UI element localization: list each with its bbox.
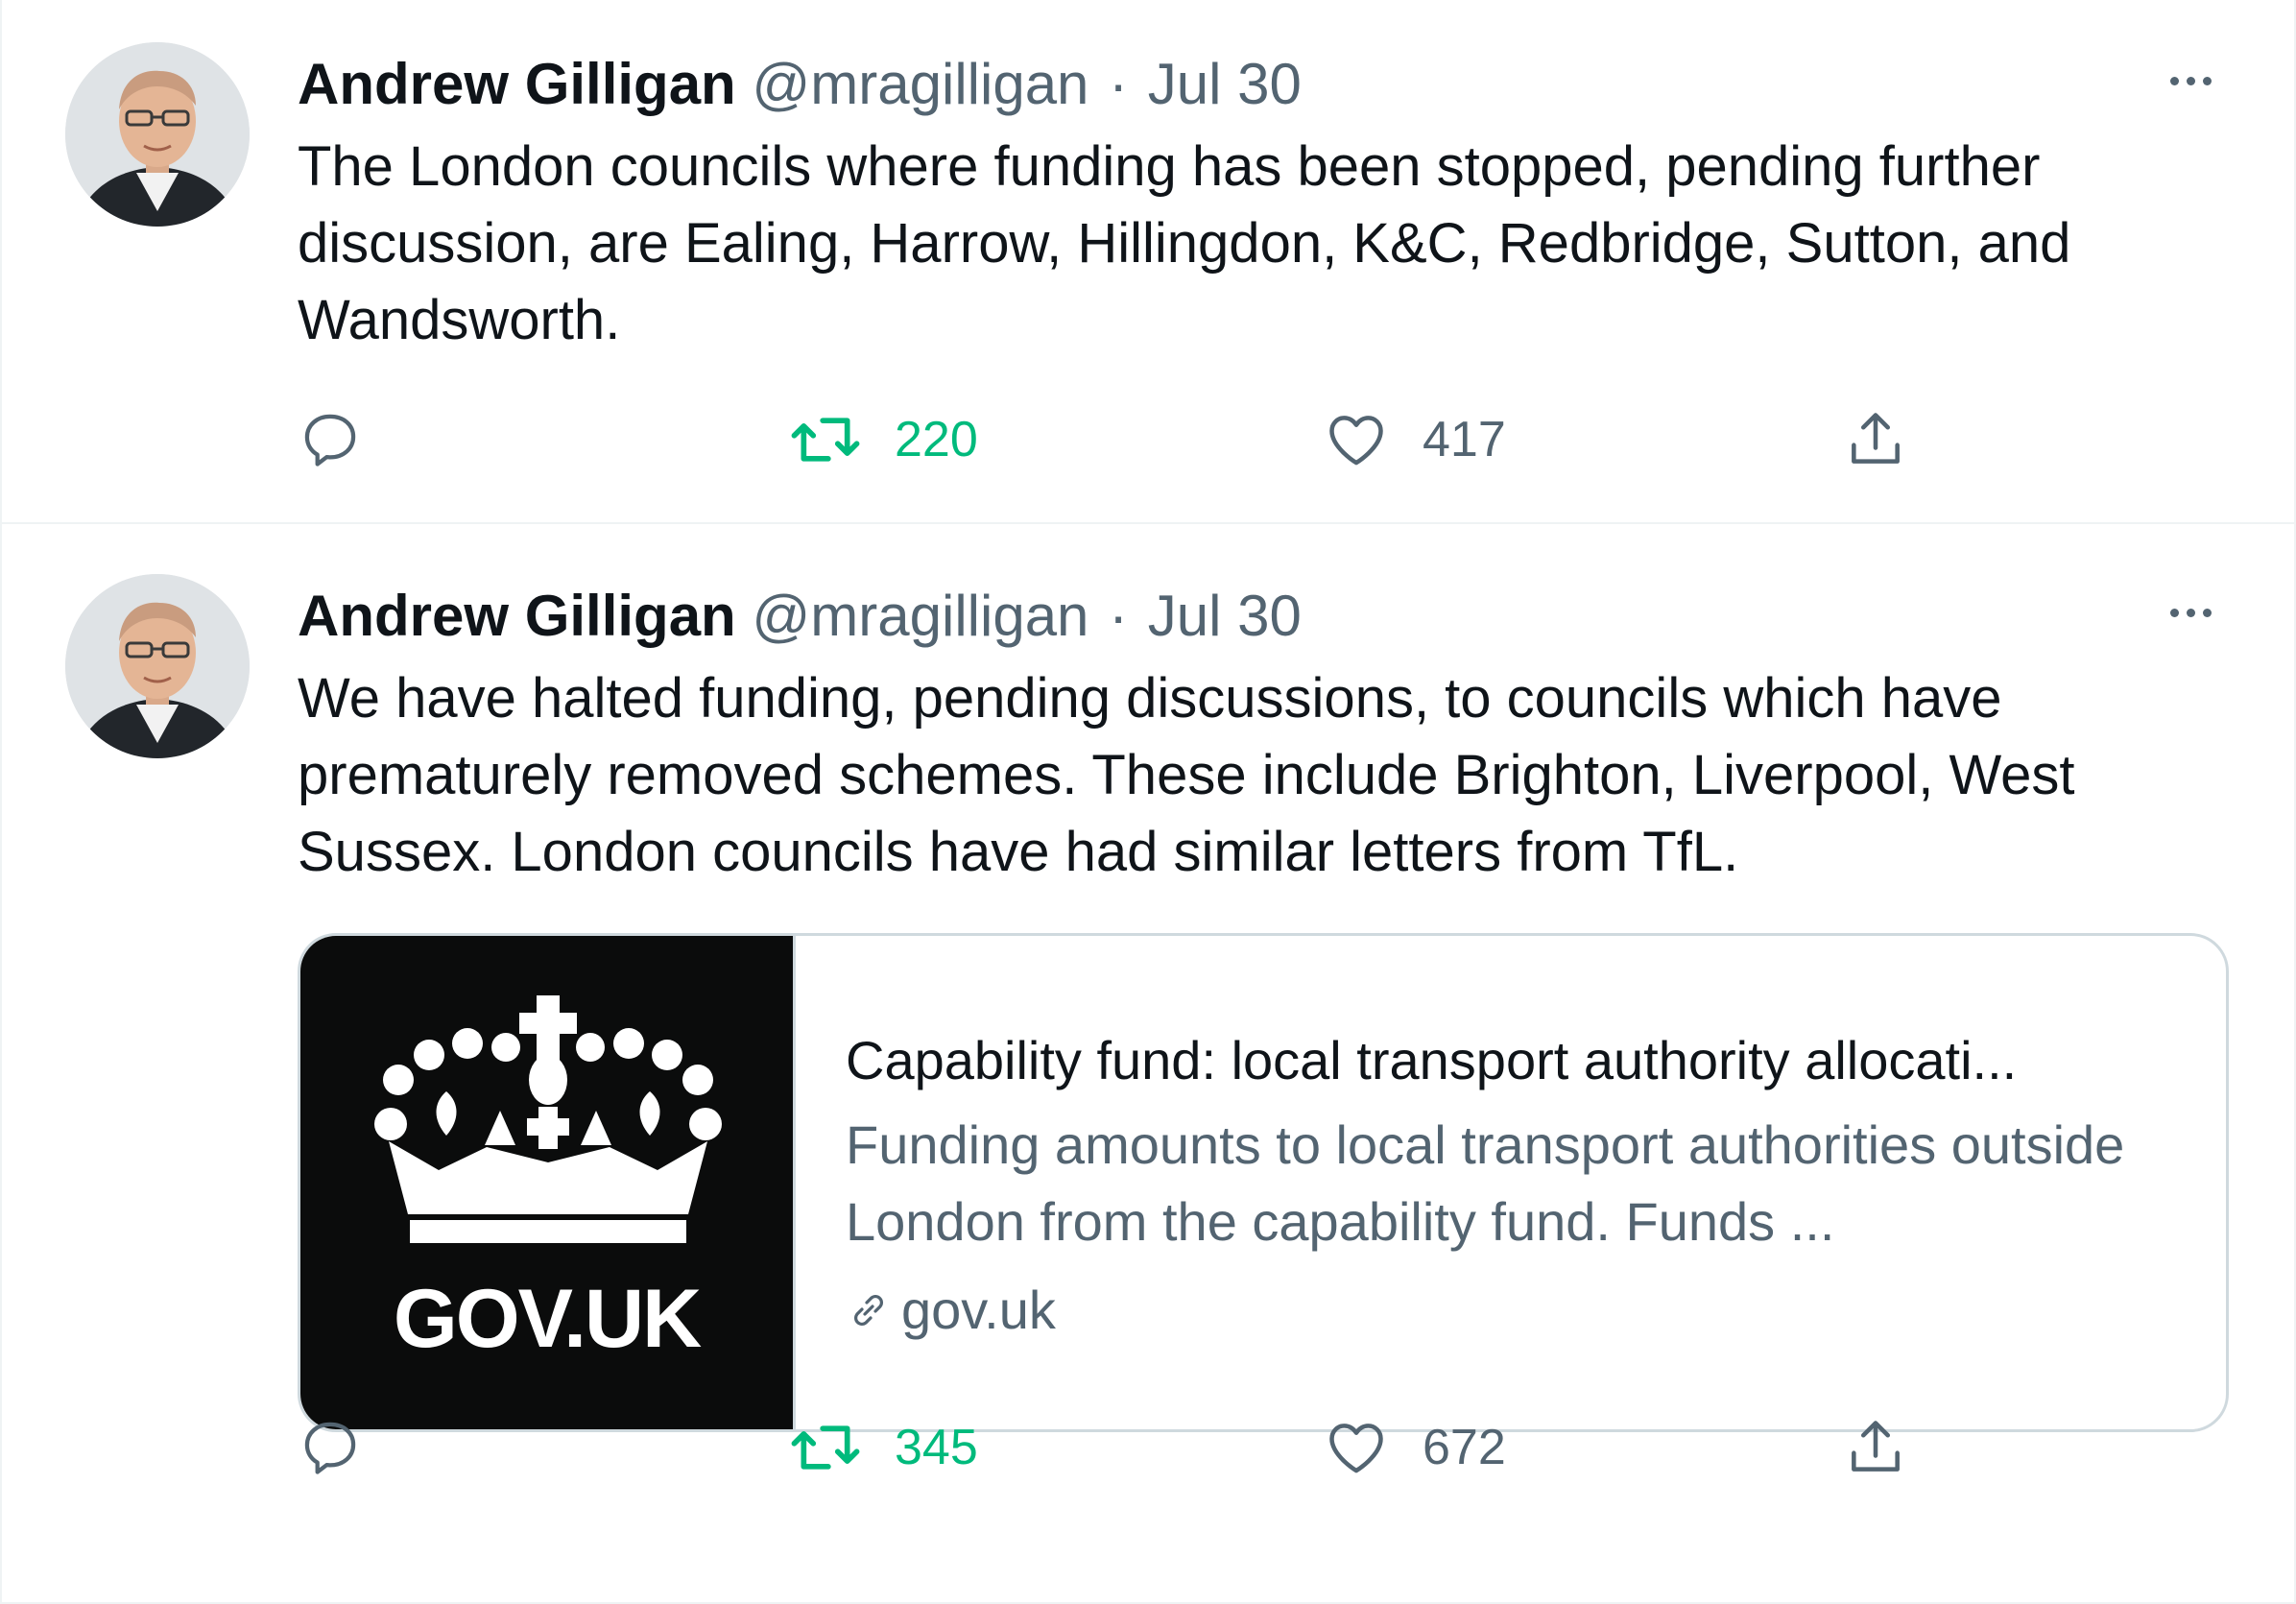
tweet-header: Andrew Gilligan @mragilligan · Jul 30 — [298, 578, 2179, 655]
retweet-count: 220 — [895, 412, 978, 467]
avatar[interactable] — [65, 42, 250, 227]
reply-bubble-icon — [304, 1422, 356, 1474]
retweet-icon — [791, 1425, 860, 1470]
tweet[interactable]: Andrew Gilligan @mragilligan · Jul 30 Th… — [2, 0, 2294, 524]
card-domain-text: gov.uk — [901, 1280, 1056, 1340]
tweet-actions: 220 417 — [290, 401, 1941, 478]
share-button[interactable] — [1843, 1409, 1908, 1486]
more-button[interactable] — [2156, 60, 2225, 102]
heart-icon — [1329, 1424, 1383, 1473]
more-dot — [2202, 76, 2212, 85]
tweet[interactable]: Andrew Gilligan @mragilligan · Jul 30 We… — [2, 526, 2294, 1604]
card-title[interactable]: Capability fund: local transport authori… — [846, 1024, 2189, 1097]
more-button[interactable] — [2156, 591, 2225, 634]
author-name[interactable]: Andrew Gilligan — [298, 52, 736, 116]
retweet-count: 345 — [895, 1420, 978, 1475]
retweet-button[interactable]: 345 — [789, 1409, 978, 1486]
share-upload-icon — [1852, 1421, 1900, 1472]
share-upload-icon — [1852, 413, 1900, 464]
reply-bubble-icon — [304, 414, 356, 467]
like-count: 417 — [1423, 412, 1506, 467]
author-handle[interactable]: @mragilligan — [752, 584, 1088, 648]
more-dot — [2186, 76, 2195, 85]
avatar[interactable] — [65, 574, 250, 758]
reply-button[interactable] — [298, 401, 363, 478]
author-handle[interactable]: @mragilligan — [752, 52, 1088, 116]
retweet-icon — [791, 418, 860, 462]
retweet-button[interactable]: 220 — [789, 401, 978, 478]
tweet-date[interactable]: Jul 30 — [1148, 52, 1302, 116]
separator: · — [1109, 52, 1129, 116]
timeline: Andrew Gilligan @mragilligan · Jul 30 Th… — [0, 0, 2296, 1604]
card-description: Funding amounts to local transport autho… — [846, 1114, 2125, 1252]
more-dot — [2202, 608, 2212, 617]
more-horizontal-icon — [2169, 608, 2179, 617]
card-image: GOV.UK — [300, 936, 796, 1429]
author-name[interactable]: Andrew Gilligan — [298, 584, 736, 648]
reply-button[interactable] — [298, 1409, 363, 1486]
crown-logo — [374, 995, 722, 1243]
tweet-actions: 345 672 — [290, 1409, 1941, 1486]
tweet-header: Andrew Gilligan @mragilligan · Jul 30 — [298, 46, 2179, 123]
like-button[interactable]: 417 — [1323, 401, 1506, 478]
avatar-photo — [65, 574, 250, 758]
link-icon — [853, 1294, 884, 1327]
tweet-date[interactable]: Jul 30 — [1148, 584, 1302, 648]
card-body: Capability fund: local transport authori… — [846, 1024, 2189, 1347]
tweet-text: We have halted funding, pending discussi… — [298, 667, 2075, 883]
tweet-text: The London councils where funding has be… — [298, 135, 2071, 351]
govuk-logo-text: GOV.UK — [393, 1273, 702, 1365]
card-domain[interactable]: gov.uk — [846, 1274, 2189, 1347]
more-horizontal-icon — [2169, 76, 2179, 85]
like-count: 672 — [1423, 1420, 1506, 1475]
separator: · — [1109, 584, 1129, 648]
share-button[interactable] — [1843, 401, 1908, 478]
heart-icon — [1329, 416, 1383, 466]
like-button[interactable]: 672 — [1323, 1409, 1506, 1486]
avatar-photo — [65, 42, 250, 227]
link-card[interactable]: GOV.UK Capability fund: local transport … — [298, 933, 2229, 1432]
more-dot — [2186, 608, 2195, 617]
